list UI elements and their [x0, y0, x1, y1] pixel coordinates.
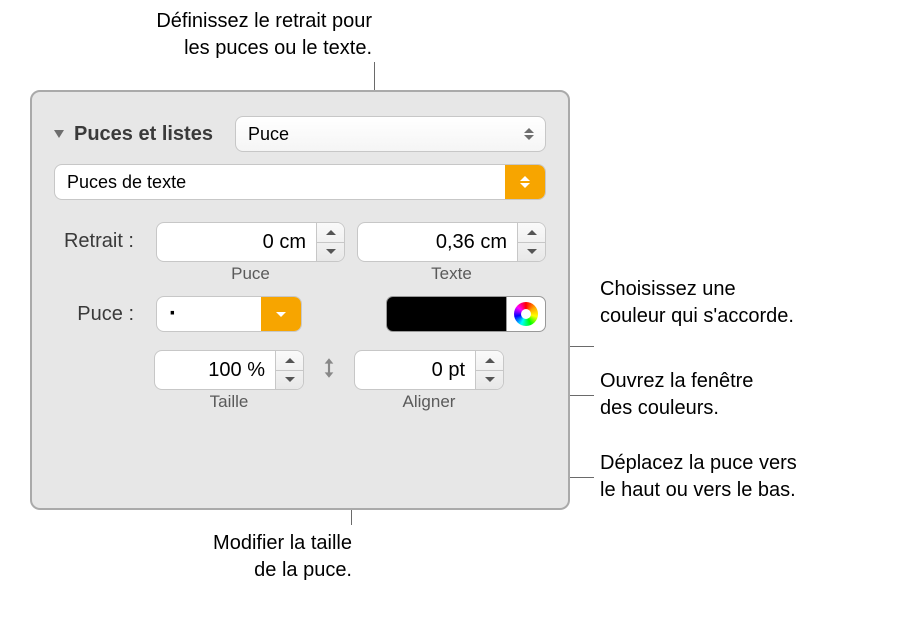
- callout-colors-window-text: Ouvrez la fenêtre des couleurs.: [600, 370, 753, 419]
- callout-indent: Définissez le retrait pour les puces ou …: [82, 8, 372, 62]
- callout-align-updown-text: Déplacez la puce vers le haut ou vers le…: [600, 452, 797, 501]
- size-sublabel: Taille: [154, 392, 304, 412]
- indent-text-value: 0,36 cm: [358, 231, 517, 254]
- color-wheel-icon: [514, 302, 538, 326]
- list-style-popup[interactable]: Puce: [235, 116, 546, 152]
- indent-bullet-stepper[interactable]: 0 cm: [156, 222, 345, 262]
- stepper-buttons-icon[interactable]: [475, 351, 503, 389]
- bullet-type-popup[interactable]: Puces de texte: [54, 164, 546, 200]
- callout-indent-text: Définissez le retrait pour les puces ou …: [156, 10, 372, 59]
- callout-colors-window: Ouvrez la fenêtre des couleurs.: [600, 368, 753, 422]
- align-sublabel: Aligner: [354, 392, 504, 412]
- indent-label: Retrait :: [54, 222, 134, 253]
- updown-arrows-icon: [521, 128, 537, 140]
- stepper-buttons-icon[interactable]: [316, 223, 344, 261]
- indent-text-stepper[interactable]: 0,36 cm: [357, 222, 546, 262]
- bullet-char-popup[interactable]: ·: [156, 296, 302, 332]
- disclosure-triangle-icon[interactable]: [54, 130, 64, 138]
- stepper-buttons-icon[interactable]: [517, 223, 545, 261]
- indent-bullet-sublabel: Puce: [156, 264, 345, 284]
- callout-size: Modifier la taille de la puce.: [137, 530, 352, 584]
- color-well[interactable]: [386, 296, 506, 332]
- bullet-type-popup-value: Puces de texte: [55, 172, 505, 193]
- color-picker-button[interactable]: [506, 296, 546, 332]
- size-value: 100 %: [155, 359, 275, 382]
- indent-text-sublabel: Texte: [357, 264, 546, 284]
- callout-size-text: Modifier la taille de la puce.: [213, 532, 352, 581]
- chevron-updown-icon: [505, 165, 545, 199]
- list-style-popup-value: Puce: [248, 124, 289, 145]
- size-stepper[interactable]: 100 %: [154, 350, 304, 390]
- bullets-lists-panel: Puces et listes Puce Puces de texte Retr…: [30, 90, 570, 510]
- chevron-down-icon: [261, 297, 301, 331]
- callout-align-updown: Déplacez la puce vers le haut ou vers le…: [600, 450, 797, 504]
- stepper-buttons-icon[interactable]: [275, 351, 303, 389]
- bullet-label: Puce :: [54, 303, 134, 326]
- align-stepper[interactable]: 0 pt: [354, 350, 504, 390]
- section-title: Puces et listes: [74, 123, 213, 146]
- vertical-align-icon: [314, 350, 344, 386]
- callout-matching-color: Choisissez une couleur qui s'accorde.: [600, 276, 794, 330]
- indent-bullet-value: 0 cm: [157, 231, 316, 254]
- align-value: 0 pt: [355, 359, 475, 382]
- callout-matching-color-text: Choisissez une couleur qui s'accorde.: [600, 278, 794, 327]
